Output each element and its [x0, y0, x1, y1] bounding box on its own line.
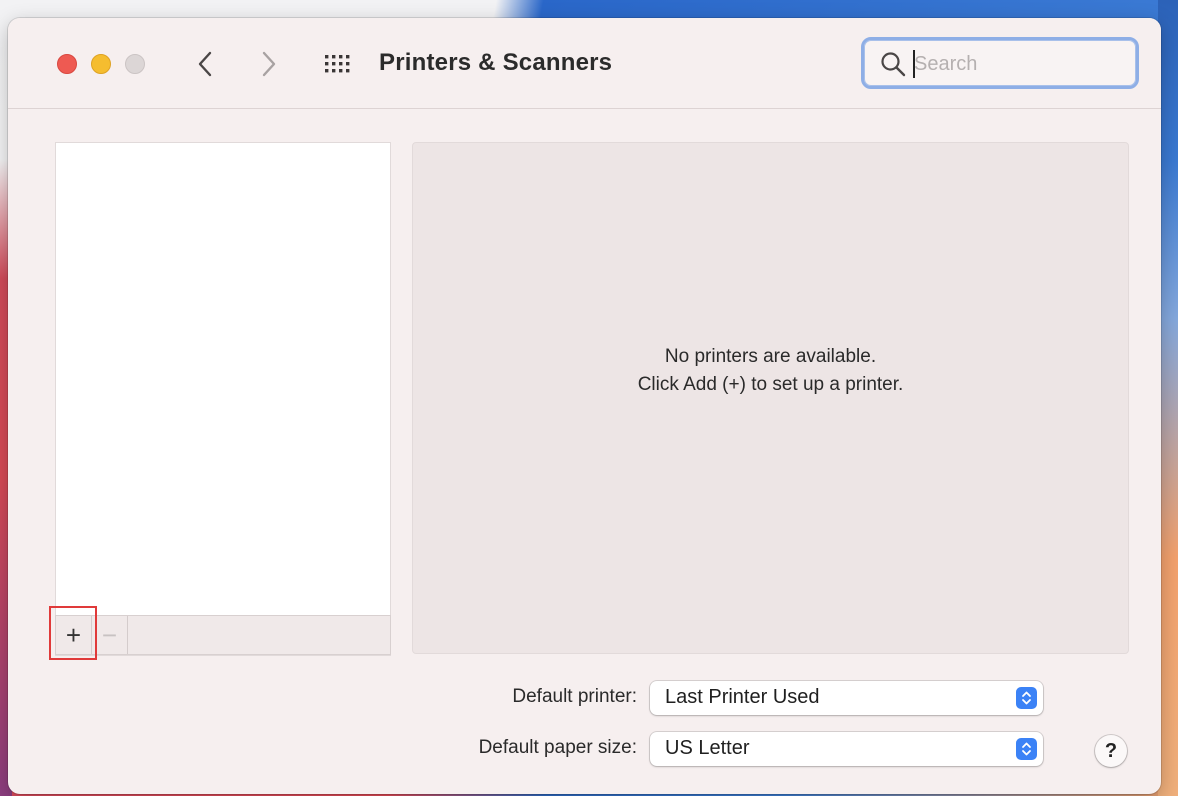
- up-down-chevrons-icon: [1016, 738, 1037, 760]
- minimize-window-button[interactable]: [91, 54, 111, 74]
- window-title: Printers & Scanners: [379, 49, 613, 76]
- search-field[interactable]: [861, 37, 1139, 89]
- search-icon: [881, 52, 906, 77]
- default-printer-popup[interactable]: Last Printer Used: [650, 681, 1043, 715]
- help-button[interactable]: ?: [1095, 735, 1127, 767]
- printer-detail-panel: No printers are available. Click Add (+)…: [412, 142, 1129, 654]
- empty-state-line-2: Click Add (+) to set up a printer.: [637, 374, 904, 395]
- close-window-button[interactable]: [57, 54, 77, 74]
- printers-scanners-window: Printers & Scanners + − No printers are …: [8, 18, 1161, 794]
- back-button[interactable]: [190, 46, 220, 82]
- grid-dots-icon: [325, 55, 350, 73]
- forward-button[interactable]: [254, 46, 284, 82]
- chevron-left-icon: [198, 51, 212, 77]
- desktop-background-right: [1158, 0, 1178, 796]
- default-paper-size-label: Default paper size:: [478, 737, 637, 758]
- zoom-window-button[interactable]: [125, 54, 145, 74]
- default-paper-size-value: US Letter: [665, 737, 750, 759]
- empty-state-message: No printers are available. Click Add (+)…: [413, 343, 1128, 399]
- show-all-button[interactable]: [321, 51, 353, 77]
- printer-list[interactable]: [55, 142, 391, 656]
- add-printer-button[interactable]: +: [56, 616, 92, 654]
- remove-printer-button[interactable]: −: [92, 616, 128, 654]
- search-input[interactable]: [914, 50, 1129, 78]
- default-paper-size-popup[interactable]: US Letter: [650, 732, 1043, 766]
- default-printer-label: Default printer:: [512, 686, 637, 707]
- window-toolbar: Printers & Scanners: [8, 18, 1161, 109]
- default-printer-value: Last Printer Used: [665, 686, 820, 708]
- up-down-chevrons-icon: [1016, 687, 1037, 709]
- printer-list-toolbar: + −: [55, 615, 391, 655]
- empty-state-line-1: No printers are available.: [664, 346, 877, 367]
- chevron-right-icon: [262, 51, 276, 77]
